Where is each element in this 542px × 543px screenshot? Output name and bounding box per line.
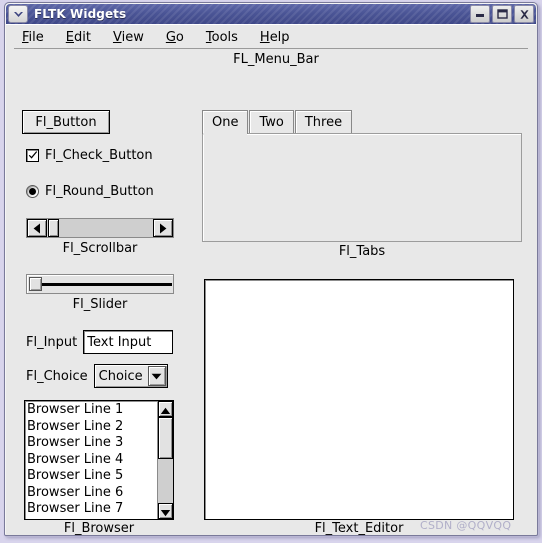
arrow-down-icon	[160, 502, 171, 520]
fl-choice-row: Fl_Choice Choice	[26, 364, 168, 388]
fl-scrollbar-caption: Fl_Scrollbar	[62, 241, 138, 256]
application-window: FLTK Widgets File Edit View Go Tools Hel…	[4, 2, 538, 536]
menu-item-edit[interactable]: Edit	[66, 31, 91, 44]
fl-browser[interactable]: Browser Line 1 Browser Line 2 Browser Li…	[24, 400, 174, 520]
scrollbar-thumb[interactable]	[48, 219, 59, 237]
browser-scroll-track[interactable]	[158, 417, 173, 503]
tab-two[interactable]: Two	[249, 110, 294, 134]
fl-choice-dropdown[interactable]: Choice	[93, 364, 168, 388]
fl-browser-caption: Fl_Browser	[63, 521, 135, 536]
menu-item-go-rest: o	[175, 30, 184, 45]
menu-item-tools[interactable]: Tools	[206, 31, 238, 44]
fl-check-button-label: Fl_Check_Button	[45, 148, 153, 163]
browser-scroll-thumb[interactable]	[158, 417, 173, 459]
client-area: File Edit View Go Tools Help FL_Menu_Bar…	[6, 24, 536, 535]
browser-scroll-down-button[interactable]	[158, 503, 173, 519]
tabs-strip[interactable]: One Two Three	[202, 110, 353, 135]
choice-arrow-button[interactable]	[147, 366, 166, 386]
tab-one[interactable]: One	[202, 110, 249, 135]
fl-input-label: Fl_Input	[26, 334, 78, 350]
list-item[interactable]: Browser Line 5	[27, 468, 157, 485]
minimize-icon	[475, 10, 485, 18]
fl-slider-caption: Fl_Slider	[72, 297, 128, 312]
list-item[interactable]: Browser Line 4	[27, 452, 157, 469]
watermark: CSDN @QQVQQ	[420, 519, 512, 532]
maximize-button[interactable]	[492, 5, 512, 23]
fl-round-button[interactable]: Fl_Round_Button	[26, 184, 154, 199]
menu-item-edit-rest: dit	[74, 30, 91, 45]
menu-item-help-mnemonic: H	[259, 30, 270, 45]
radio-dot-icon	[29, 188, 36, 195]
fl-tabs[interactable]: One Two Three	[202, 110, 522, 242]
scrollbar-track[interactable]	[47, 219, 153, 237]
menu-item-go-mnemonic: G	[165, 30, 176, 45]
scrollbar-right-button[interactable]	[153, 219, 173, 237]
radio-circle[interactable]	[26, 185, 39, 198]
fl-choice-value: Choice	[98, 368, 143, 384]
window-menu-button[interactable]	[8, 5, 28, 23]
list-item[interactable]: Browser Line 2	[27, 419, 157, 436]
window-title: FLTK Widgets	[34, 7, 127, 21]
client-top-bevel	[6, 24, 536, 25]
menu-item-file-rest: ile	[28, 30, 44, 45]
checkbox-box[interactable]	[26, 149, 39, 162]
title-bar[interactable]: FLTK Widgets	[6, 4, 536, 24]
arrow-right-icon	[159, 219, 167, 238]
fl-scrollbar[interactable]	[26, 218, 174, 238]
scrollbar-left-button[interactable]	[27, 219, 47, 237]
list-item[interactable]: Browser Line 1	[27, 402, 157, 419]
fl-button[interactable]: Fl_Button	[22, 110, 110, 134]
browser-list[interactable]: Browser Line 1 Browser Line 2 Browser Li…	[25, 401, 157, 519]
slider-thumb[interactable]	[29, 277, 42, 291]
browser-scrollbar[interactable]	[157, 401, 173, 519]
menu-item-file[interactable]: File	[22, 31, 44, 44]
menu-item-tools-rest: ools	[211, 30, 238, 45]
fl-input-row: Fl_Input Text Input	[26, 330, 174, 354]
menu-bar[interactable]: File Edit View Go Tools Help	[14, 27, 528, 49]
fl-input-field[interactable]: Text Input	[83, 330, 174, 354]
list-item[interactable]: Browser Line 6	[27, 485, 157, 502]
list-item[interactable]: Browser Line 7	[27, 501, 157, 518]
chevron-down-icon	[151, 369, 162, 384]
fl-check-button[interactable]: Fl_Check_Button	[26, 148, 153, 163]
menu-item-view-rest: iew	[121, 30, 144, 45]
menu-item-help[interactable]: Help	[260, 31, 290, 44]
slider-track	[30, 283, 172, 286]
close-icon	[519, 9, 530, 20]
arrow-up-icon	[160, 401, 171, 419]
maximize-icon	[496, 9, 508, 19]
menu-item-view[interactable]: View	[113, 31, 144, 44]
browser-scroll-up-button[interactable]	[158, 401, 173, 417]
menu-bar-caption: FL_Menu_Bar	[233, 52, 319, 67]
close-button[interactable]	[514, 5, 534, 23]
list-item[interactable]: Browser Line 3	[27, 435, 157, 452]
fl-round-button-label: Fl_Round_Button	[45, 184, 154, 199]
minimize-button[interactable]	[470, 5, 490, 23]
fl-tabs-caption: Fl_Tabs	[338, 244, 386, 259]
arrow-left-icon	[33, 219, 41, 238]
menu-item-go[interactable]: Go	[166, 31, 184, 44]
fl-choice-label: Fl_Choice	[26, 368, 88, 384]
tabs-content-panel	[202, 133, 522, 242]
menu-item-view-mnemonic: V	[112, 30, 122, 45]
tab-three[interactable]: Three	[294, 110, 353, 134]
chevron-down-icon	[13, 11, 24, 18]
menu-item-edit-mnemonic: E	[65, 30, 74, 45]
fl-text-editor[interactable]	[204, 279, 514, 520]
fl-slider[interactable]	[26, 274, 174, 294]
menu-item-help-rest: elp	[269, 30, 290, 45]
